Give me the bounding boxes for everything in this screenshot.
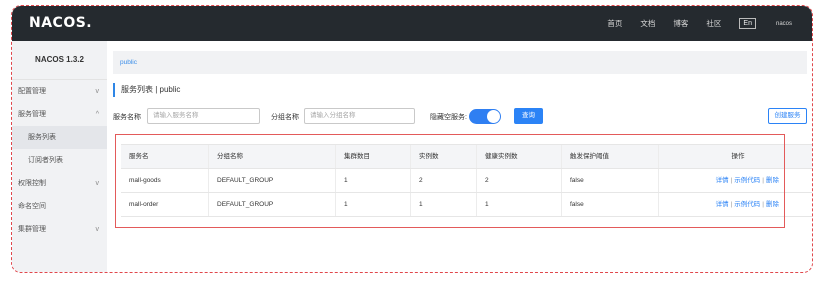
sidebar-item-label: 集群管理 [18,226,46,233]
namespace-tab-public[interactable]: public [120,59,137,66]
chevron-down-icon: v [95,180,100,187]
sidebar-item-namespace[interactable]: 命名空间 [12,195,107,218]
sidebar-item-label: 命名空间 [18,203,46,210]
hide-empty-toggle[interactable] [469,109,501,124]
sidebar-item-label: 权限控制 [18,180,46,187]
chevron-down-icon: v [95,88,100,95]
version-label: NACOS 1.3.2 [12,41,107,80]
sidebar-item-cluster[interactable]: 集群管理 v [12,218,107,241]
sidebar-item-access-control[interactable]: 权限控制 v [12,172,107,195]
group-name-input[interactable]: 请输入分组名称 [304,108,415,124]
sidebar-item-label: 服务管理 [18,111,46,118]
sidebar-item-subscribers[interactable]: 订阅者列表 [12,149,107,172]
app-frame: NACOS. 首页 文档 博客 社区 En nacos NACOS 1.3.2 … [11,5,813,273]
service-name-input[interactable]: 请输入服务名称 [147,108,260,124]
nav-docs[interactable]: 文档 [640,18,655,29]
query-button[interactable]: 查询 [514,108,543,124]
nav-home[interactable]: 首页 [607,18,622,29]
sidebar-item-label: 配置管理 [18,88,46,95]
namespace-bar: public [113,51,807,74]
hide-empty-label: 隐藏空服务: [430,114,467,121]
user-name[interactable]: nacos [776,21,792,27]
top-nav: 首页 文档 博客 社区 En nacos [607,6,812,41]
sidebar-item-label: 服务列表 [28,134,56,141]
toggle-knob [487,110,500,123]
main-content: public 服务列表 | public 服务名称 请输入服务名称 分组名称 请… [107,41,812,272]
filter-bar: 服务名称 请输入服务名称 分组名称 请输入分组名称 隐藏空服务: 查询 创建服务 [113,108,807,126]
page-title: 服务列表 | public [113,83,180,97]
sidebar-item-service-list[interactable]: 服务列表 [12,126,107,149]
group-name-label: 分组名称 [271,114,299,121]
nacos-logo[interactable]: NACOS. [29,15,92,31]
create-service-button[interactable]: 创建服务 [768,108,807,124]
chevron-down-icon: v [95,226,100,233]
sidebar-item-label: 订阅者列表 [28,157,63,164]
top-navbar: NACOS. 首页 文档 博客 社区 En nacos [12,6,812,41]
sidebar: NACOS 1.3.2 配置管理 v 服务管理 ^ 服务列表 订阅者列表 权限控… [12,41,107,272]
service-name-label: 服务名称 [113,114,141,121]
highlight-box [115,134,785,228]
nav-community[interactable]: 社区 [706,18,721,29]
nav-blog[interactable]: 博客 [673,18,688,29]
sidebar-item-config[interactable]: 配置管理 v [12,80,107,103]
language-switch[interactable]: En [739,18,756,29]
chevron-up-icon: ^ [95,111,99,118]
sidebar-item-service-management[interactable]: 服务管理 ^ [12,103,107,126]
